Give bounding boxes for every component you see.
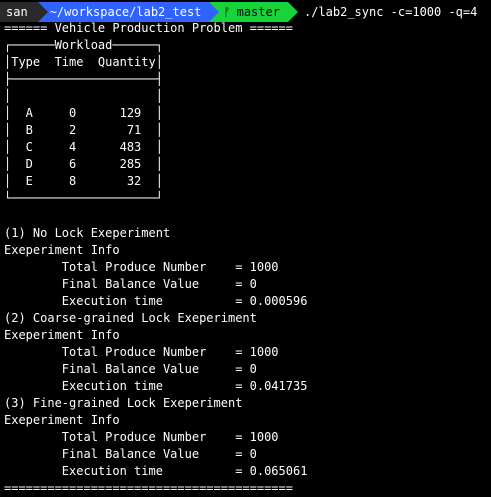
output-line: └────────────────────┘ <box>4 191 163 206</box>
output-line: │Type Time Quantity│ <box>4 55 163 70</box>
powerline-separator <box>209 2 220 22</box>
output-line: ======================================== <box>4 481 293 496</box>
shell-prompt: san ~/workspace/lab2_test ᚠ master ./lab… <box>0 2 477 22</box>
output-line: Exeperiment Info <box>4 327 120 342</box>
output-line: │ D 6 285 │ <box>4 157 163 172</box>
output-line: ├────────────────────┤ <box>4 72 163 87</box>
git-branch-icon: ᚠ <box>223 5 231 19</box>
output-line: Final Balance Value = 0 <box>4 276 257 291</box>
output-line: Total Produce Number = 1000 <box>4 344 279 359</box>
powerline-separator <box>287 2 298 22</box>
command-text: ./lab2_sync -c=1000 -q=4 <box>303 5 478 19</box>
output-line: │ │ <box>4 89 163 104</box>
output-line: (2) Coarse-grained Lock Exeperiment <box>4 310 257 325</box>
output-line: (1) No Lock Exeperiment <box>4 225 171 240</box>
prompt-command: ./lab2_sync -c=1000 -q=4 <box>288 2 477 22</box>
output-line: Execution time = 0.041735 <box>4 378 308 393</box>
output-line: │ A 0 129 │ <box>4 106 163 121</box>
output-line: Exeperiment Info <box>4 242 120 257</box>
prompt-path-segment: ~/workspace/lab2_test <box>37 2 220 22</box>
output-line: ┌──────Workload──────┐ <box>4 38 163 53</box>
output-line: Exeperiment Info <box>4 413 120 428</box>
output-line: (3) Fine-grained Lock Exeperiment <box>4 396 243 411</box>
output-line: Execution time = 0.000596 <box>4 293 308 308</box>
output-line: Final Balance Value = 0 <box>4 361 257 376</box>
prompt-git-segment: ᚠ master <box>209 2 298 22</box>
output-line: │ C 4 483 │ <box>4 140 163 155</box>
terminal-output: ====== Vehicle Production Problem ======… <box>4 20 307 497</box>
terminal-bottom-edge <box>0 456 491 461</box>
output-line: ====== Vehicle Production Problem ====== <box>4 21 293 35</box>
output-line: Total Produce Number = 1000 <box>4 259 279 274</box>
prompt-branch: master <box>236 5 280 19</box>
output-line: Execution time = 0.065061 <box>4 464 308 479</box>
powerline-separator <box>37 2 48 22</box>
prompt-user: san <box>6 5 28 19</box>
output-line: │ E 8 32 │ <box>4 174 163 189</box>
prompt-path: ~/workspace/lab2_test <box>49 5 202 19</box>
terminal-window[interactable]: san ~/workspace/lab2_test ᚠ master ./lab… <box>0 0 491 495</box>
output-line: │ B 2 71 │ <box>4 123 163 138</box>
prompt-user-segment: san <box>0 2 48 22</box>
output-line: Total Produce Number = 1000 <box>4 430 279 445</box>
